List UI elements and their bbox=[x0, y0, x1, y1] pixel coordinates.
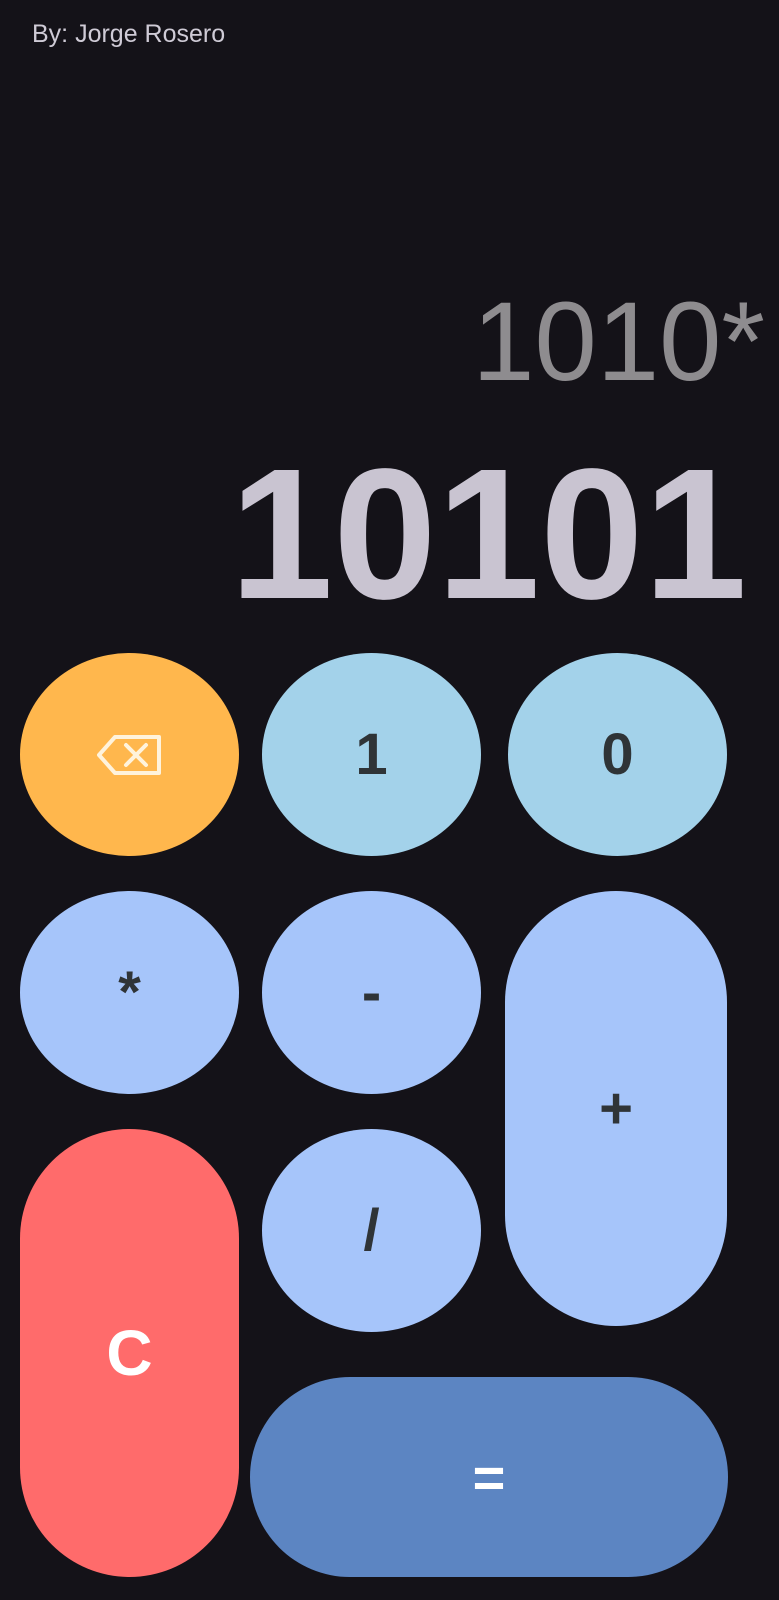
clear-button[interactable]: C bbox=[20, 1129, 239, 1577]
subtract-label: - bbox=[361, 960, 382, 1025]
divide-button[interactable]: / bbox=[262, 1129, 481, 1332]
digit-zero-label: 0 bbox=[601, 722, 634, 787]
result-display: 10101 bbox=[229, 431, 747, 638]
add-button[interactable]: + bbox=[505, 891, 727, 1326]
backspace-button[interactable] bbox=[20, 653, 239, 856]
add-label: + bbox=[599, 1076, 633, 1141]
digit-one-label: 1 bbox=[355, 722, 388, 787]
expression-display: 1010* bbox=[472, 279, 765, 404]
author-credit: By: Jorge Rosero bbox=[32, 20, 226, 48]
digit-zero-button[interactable]: 0 bbox=[508, 653, 727, 856]
multiply-button[interactable]: * bbox=[20, 891, 239, 1094]
multiply-label: * bbox=[118, 960, 141, 1025]
equals-label: = bbox=[472, 1445, 506, 1509]
equals-button[interactable]: = bbox=[250, 1377, 728, 1577]
digit-one-button[interactable]: 1 bbox=[262, 653, 481, 856]
subtract-button[interactable]: - bbox=[262, 891, 481, 1094]
clear-label: C bbox=[106, 1317, 153, 1389]
backspace-icon bbox=[95, 733, 165, 777]
divide-label: / bbox=[363, 1198, 380, 1263]
